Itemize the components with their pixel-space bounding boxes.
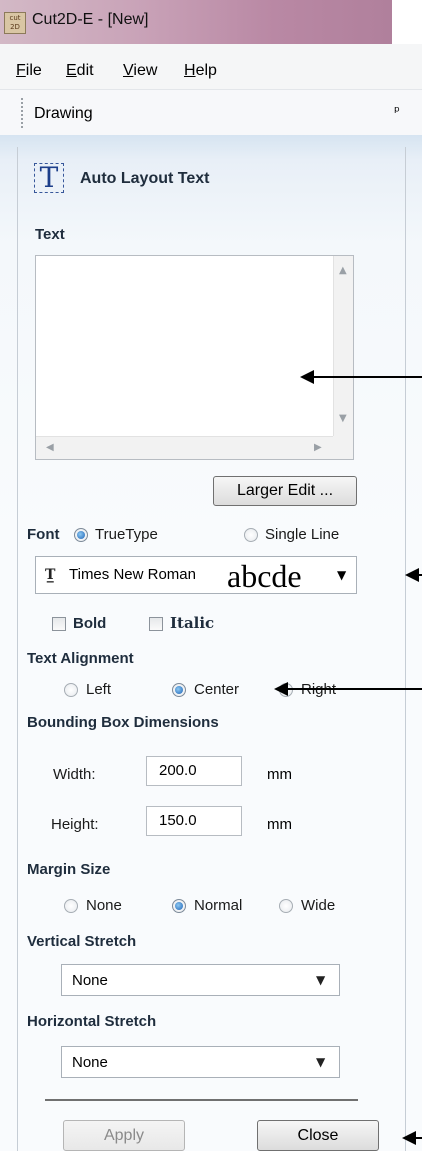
scroll-corner — [333, 436, 353, 459]
close-button[interactable]: Close — [257, 1120, 379, 1151]
panel-right-border — [405, 147, 406, 1151]
menu-edit-rest: dit — [76, 62, 94, 79]
menu-bar: File Edit View Help — [0, 44, 422, 89]
scroll-down-icon[interactable]: ▼ — [339, 413, 347, 424]
bold-checkbox[interactable] — [52, 617, 66, 631]
align-left-radio[interactable] — [64, 683, 78, 697]
section-title: Auto Layout Text — [80, 170, 210, 187]
text-tool-icon: T — [34, 163, 64, 193]
annotation-arrowhead — [300, 370, 314, 384]
width-label: Width: — [53, 766, 96, 783]
panel-left-border — [17, 147, 18, 1151]
scroll-left-icon[interactable]: ◀ — [46, 442, 54, 453]
annotation-arrowhead — [274, 682, 288, 696]
chevron-down-icon[interactable]: ▼ — [337, 568, 346, 582]
truetype-radio[interactable] — [74, 528, 88, 542]
menu-help[interactable]: Help — [184, 62, 217, 80]
font-name: Times New Roman — [69, 566, 196, 583]
italic-label: Italic — [170, 614, 215, 632]
pin-icon[interactable]: ᵖ — [394, 104, 400, 120]
scroll-right-icon[interactable]: ▶ — [314, 442, 322, 453]
vertical-stretch-value: None — [72, 972, 108, 989]
menu-view[interactable]: View — [123, 62, 157, 80]
text-input[interactable] — [35, 255, 354, 460]
margin-none-label: None — [86, 897, 122, 914]
font-sample: abcde — [227, 558, 302, 594]
text-label: Text — [35, 226, 65, 243]
truetype-font-icon: T̲ — [45, 567, 56, 583]
truetype-label: TrueType — [95, 526, 158, 543]
annotation-arrowhead — [402, 1131, 416, 1145]
bold-label: Bold — [73, 615, 107, 632]
alignment-label: Text Alignment — [27, 650, 134, 667]
scroll-up-icon[interactable]: ▲ — [339, 265, 347, 276]
menu-edit[interactable]: Edit — [66, 62, 94, 80]
align-left-label: Left — [86, 681, 112, 698]
height-field[interactable]: 150.0 — [146, 806, 242, 836]
width-unit: mm — [267, 766, 292, 783]
menu-file-rest: ile — [25, 62, 42, 79]
align-center-radio[interactable] — [172, 683, 186, 697]
single-line-radio[interactable] — [244, 528, 258, 542]
panel-grip[interactable] — [21, 98, 23, 128]
horizontal-stretch-value: None — [72, 1054, 108, 1071]
font-label: Font — [27, 526, 60, 543]
margin-label: Margin Size — [27, 861, 111, 878]
menu-help-rest: elp — [195, 62, 217, 79]
annotation-arrowhead — [405, 568, 419, 582]
margin-wide-label: Wide — [301, 897, 336, 914]
margin-none-radio[interactable] — [64, 899, 78, 913]
vertical-stretch-select[interactable]: None — [61, 964, 340, 996]
italic-checkbox[interactable] — [149, 617, 163, 631]
horizontal-stretch-select[interactable]: None — [61, 1046, 340, 1078]
window-title: Cut2D-E - [New] — [32, 11, 149, 28]
menu-view-rest: iew — [133, 62, 158, 79]
bbox-label: Bounding Box Dimensions — [27, 714, 219, 731]
height-unit: mm — [267, 816, 292, 833]
vertical-stretch-label: Vertical Stretch — [27, 933, 137, 950]
chevron-down-icon[interactable]: ▼ — [316, 1055, 325, 1069]
margin-wide-radio[interactable] — [279, 899, 293, 913]
menu-file[interactable]: File — [16, 62, 42, 80]
text-vertical-scrollbar[interactable] — [333, 256, 353, 436]
align-center-label: Center — [194, 681, 240, 698]
width-field[interactable]: 200.0 — [146, 756, 242, 786]
divider — [45, 1099, 358, 1101]
annotation-arrow-line — [286, 688, 422, 690]
margin-normal-label: Normal — [194, 897, 243, 914]
single-line-label: Single Line — [265, 526, 340, 543]
annotation-arrow-line — [312, 376, 422, 378]
horizontal-stretch-label: Horizontal Stretch — [27, 1013, 157, 1030]
text-horizontal-scrollbar[interactable] — [36, 436, 333, 459]
height-label: Height: — [51, 816, 99, 833]
chevron-down-icon[interactable]: ▼ — [316, 973, 325, 987]
apply-button[interactable]: Apply — [63, 1120, 185, 1151]
app-icon: cut 2D — [4, 12, 26, 34]
margin-normal-radio[interactable] — [172, 899, 186, 913]
panel-title: Drawing — [34, 105, 93, 122]
larger-edit-button[interactable]: Larger Edit ... — [213, 476, 357, 506]
